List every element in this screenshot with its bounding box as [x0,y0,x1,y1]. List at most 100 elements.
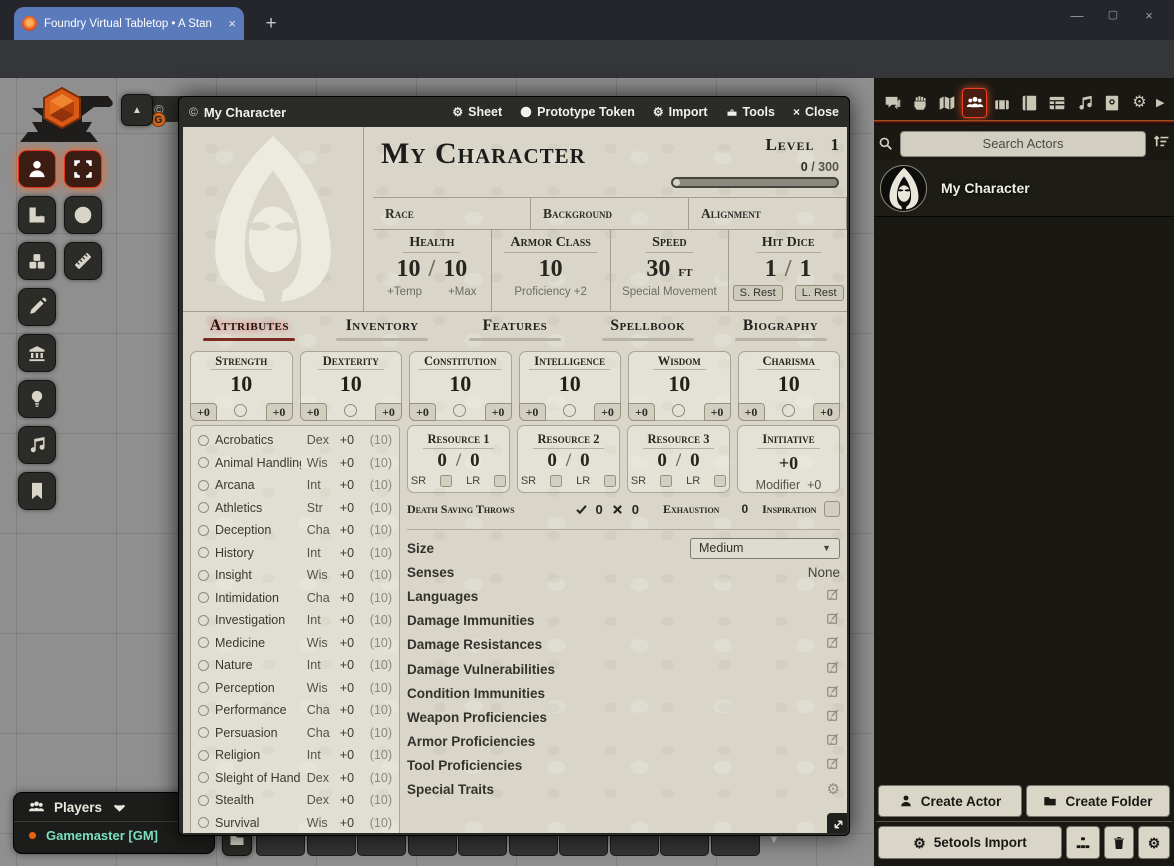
ability-score[interactable]: 10 [629,371,730,397]
folder-tree-button[interactable] [1066,826,1100,859]
sr-checkbox[interactable] [660,475,672,487]
skill-row[interactable]: Animal Handling Wis +0 (10) [198,452,392,475]
character-portrait[interactable] [183,127,363,311]
skill-name[interactable]: Arcana [215,478,301,492]
ability-name[interactable]: Strength [210,352,272,370]
tab-playlists[interactable] [1072,88,1097,118]
sr-checkbox[interactable] [440,475,452,487]
skill-row[interactable]: Nature Int +0 (10) [198,654,392,677]
window-close-button[interactable]: × [1138,8,1160,23]
detail-field[interactable]: Race [373,198,531,229]
proficiency-toggle[interactable] [344,404,357,417]
resource-label[interactable]: Resource 2 [533,432,605,449]
ability-score[interactable]: 10 [739,371,840,397]
5etools-import-button[interactable]: ⚙ 5etools Import [878,826,1062,859]
skill-row[interactable]: Performance Cha +0 (10) [198,699,392,722]
ability-save-mod[interactable]: +0 [409,403,436,421]
tab-compendium[interactable] [1100,88,1125,118]
ability-score[interactable]: 10 [191,371,292,397]
skill-proficiency-toggle[interactable] [198,457,209,468]
ability-save-mod[interactable]: +0 [519,403,546,421]
hit-dice-value[interactable]: 1/1 [765,256,812,283]
skill-row[interactable]: Deception Cha +0 (10) [198,519,392,542]
tab-attributes[interactable]: Attributes [183,317,316,345]
skill-name[interactable]: Acrobatics [215,433,301,447]
xp-value[interactable]: 0 [801,160,808,174]
trait-edit-icon[interactable] [826,660,840,679]
skill-row[interactable]: Stealth Dex +0 (10) [198,789,392,812]
death-saves-counters[interactable]: 0 0 [575,502,639,517]
resource-value[interactable]: 0/0 [628,450,729,472]
tab-features[interactable]: Features [449,317,582,345]
create-folder-button[interactable]: Create Folder [1026,785,1170,817]
skill-proficiency-toggle[interactable] [198,570,209,581]
measure-distance-button[interactable] [64,242,102,280]
ability-check-mod[interactable]: +0 [594,403,621,421]
skill-proficiency-toggle[interactable] [198,660,209,671]
skill-row[interactable]: Insight Wis +0 (10) [198,564,392,587]
health-footer[interactable]: +Temp+Max [387,286,476,298]
ability-check-mod[interactable]: +0 [375,403,402,421]
skill-row[interactable]: Religion Int +0 (10) [198,744,392,767]
sidebar-collapse-icon[interactable]: ▶ [1156,96,1164,109]
skill-proficiency-toggle[interactable] [198,435,209,446]
ability-score[interactable]: 10 [520,371,621,397]
ability-save-mod[interactable]: +0 [628,403,655,421]
initiative-modifier[interactable]: Modifier +0 [738,478,839,492]
tab-actors[interactable] [962,88,987,118]
trait-edit-icon[interactable] [826,611,840,630]
resource-value[interactable]: 0/0 [408,450,509,472]
health-value[interactable]: 10/10 [397,256,468,283]
skill-row[interactable]: Sleight of Hand Dex +0 (10) [198,767,392,790]
sort-icon[interactable] [1153,133,1170,155]
special-movement-link[interactable]: Special Movement [622,286,717,298]
long-rest-button[interactable]: L. Rest [795,285,844,301]
initiative-label[interactable]: Initiative [757,432,819,449]
lr-checkbox[interactable] [604,475,616,487]
tab-items[interactable] [990,88,1015,118]
prototype-token-button[interactable]: Prototype Token [520,105,635,119]
skill-proficiency-toggle[interactable] [198,480,209,491]
trait-edit-icon[interactable] [826,635,840,654]
ability-score[interactable]: 10 [410,371,511,397]
skill-name[interactable]: Persuasion [215,726,301,740]
proficiency-toggle[interactable] [782,404,795,417]
skill-proficiency-toggle[interactable] [198,705,209,716]
resource-label[interactable]: Resource 3 [643,432,715,449]
skill-row[interactable]: History Int +0 (10) [198,542,392,565]
initiative-value[interactable]: +0 [738,453,839,474]
tab-close-icon[interactable]: × [228,17,236,30]
resource-value[interactable]: 0/0 [518,450,619,472]
speed-value[interactable]: 30ft [646,256,692,283]
xp-display[interactable]: 0 / 300 [653,160,839,174]
ability-save-mod[interactable]: +0 [738,403,765,421]
notes-tool-button[interactable] [18,472,56,510]
trait-edit-icon[interactable] [826,756,840,775]
resize-handle[interactable] [827,813,847,833]
select-tokens-button[interactable] [64,150,102,188]
ac-value[interactable]: 10 [539,256,563,283]
resource-label[interactable]: Resource 1 [423,432,495,449]
skill-name[interactable]: Animal Handling [215,456,301,470]
lr-checkbox[interactable] [494,475,506,487]
skill-proficiency-toggle[interactable] [198,817,209,828]
tab-spellbook[interactable]: Spellbook [581,317,714,345]
skill-name[interactable]: Perception [215,681,301,695]
target-tokens-button[interactable] [64,196,102,234]
skill-proficiency-toggle[interactable] [198,750,209,761]
size-select[interactable]: Medium▼ [690,538,840,559]
skill-name[interactable]: Religion [215,748,301,762]
skill-row[interactable]: Medicine Wis +0 (10) [198,632,392,655]
character-name-field[interactable]: My Character [381,137,586,171]
tab-settings[interactable]: ⚙ [1127,88,1152,118]
proficiency-toggle[interactable] [672,404,685,417]
actor-directory-entry[interactable]: My Character [874,160,1174,217]
window-minimize-button[interactable]: — [1066,8,1088,23]
measure-tool-button[interactable] [18,196,56,234]
close-window-button[interactable]: ×Close [793,105,839,119]
detail-field[interactable]: Background [531,198,689,229]
configure-ownership-button[interactable]: ⚙ [1138,826,1170,859]
skill-name[interactable]: Nature [215,658,301,672]
lighting-tool-button[interactable] [18,380,56,418]
window-maximize-button[interactable]: ▢ [1102,8,1124,21]
